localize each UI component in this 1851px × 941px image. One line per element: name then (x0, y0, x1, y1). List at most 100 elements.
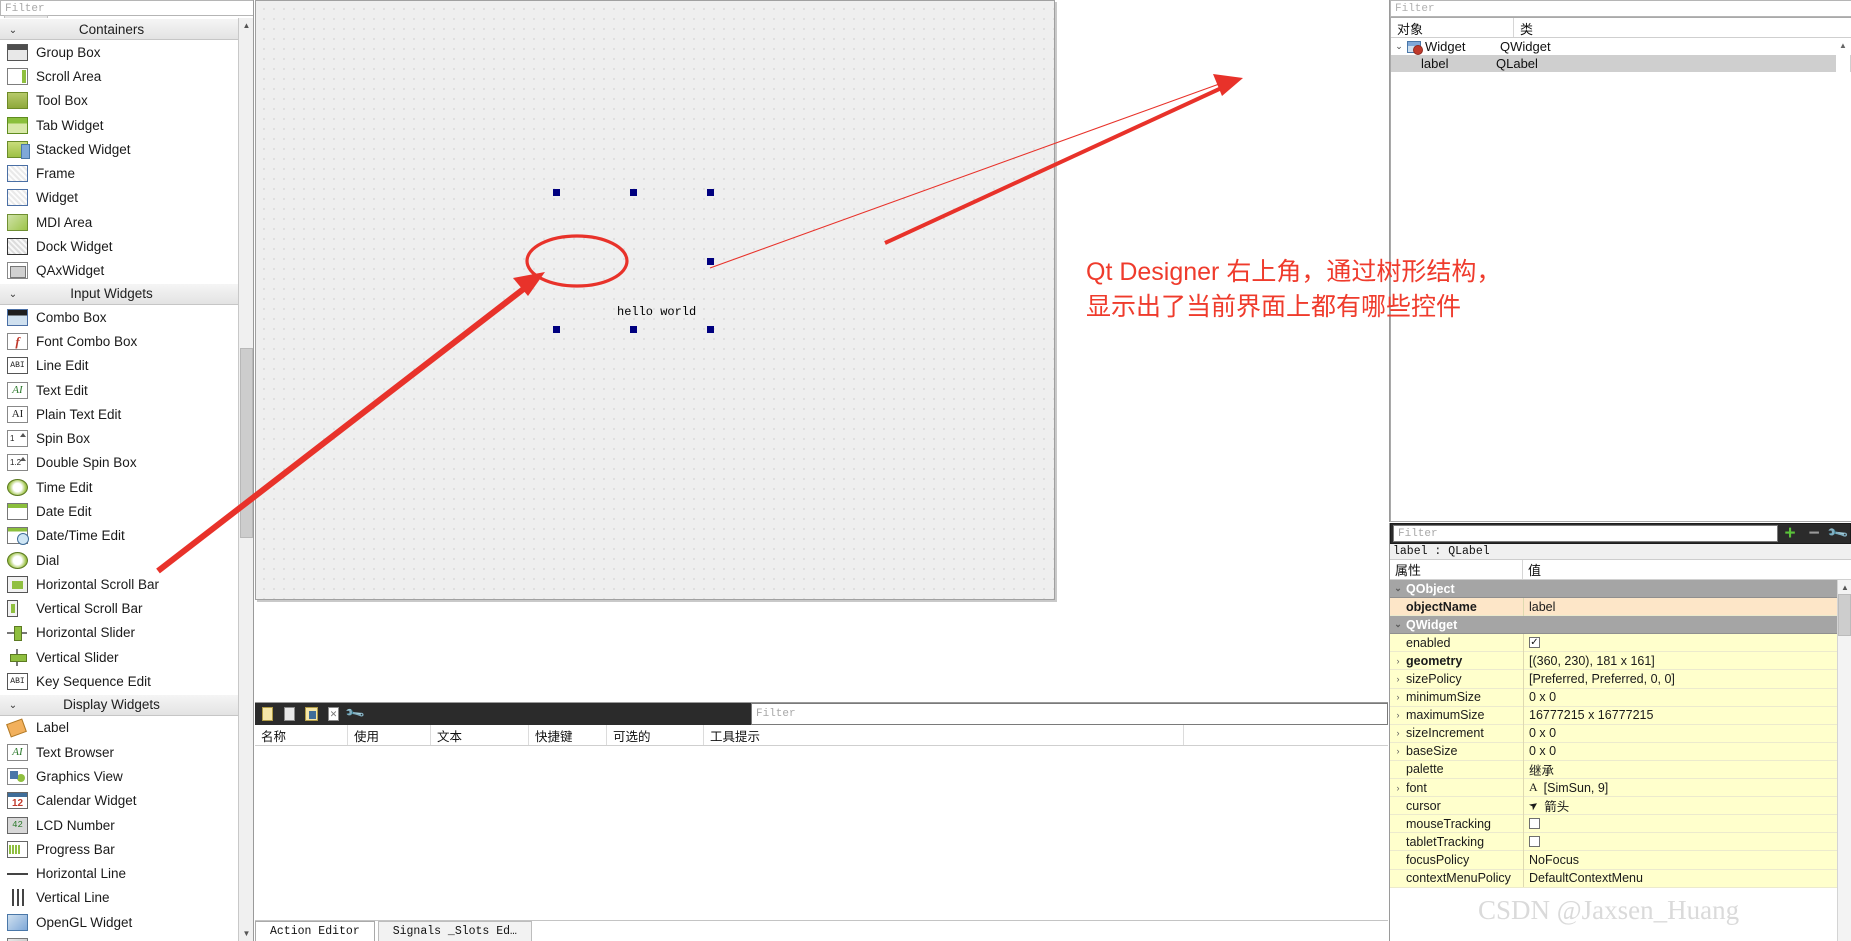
property-row[interactable]: cursor ➤ 箭头 (1390, 796, 1851, 816)
property-row[interactable]: › minimumSize 0 x 0 (1390, 688, 1851, 707)
widget-item-qquickwidget[interactable]: QQuickWidget (0, 934, 247, 941)
property-value-cell[interactable]: [Preferred, Preferred, 0, 0] (1523, 669, 1851, 689)
scroll-up-arrow-icon[interactable]: ▲ (239, 18, 253, 33)
widget-item-horizontal-slider[interactable]: Horizontal Slider (0, 620, 247, 646)
widget-category-display-widgets[interactable]: ⌄ Display Widgets (0, 693, 247, 716)
property-value-cell[interactable]: A [SimSun, 9] (1523, 778, 1851, 797)
widget-item-vertical-slider[interactable]: Vertical Slider (0, 645, 247, 670)
property-value-cell[interactable] (1523, 814, 1851, 833)
property-row[interactable]: palette 继承 (1390, 760, 1851, 780)
widget-item-vertical-line[interactable]: Vertical Line (0, 885, 247, 911)
property-value-cell[interactable]: [(360, 230), 181 x 161] (1523, 651, 1851, 670)
property-row[interactable]: mouseTracking (1390, 814, 1851, 834)
widget-item-vertical-scroll-bar[interactable]: Vertical Scroll Bar (0, 596, 247, 621)
property-value-cell[interactable]: 0 x 0 (1523, 724, 1851, 743)
property-row[interactable]: enabled ✓ (1390, 633, 1851, 653)
new-action-button[interactable] (258, 703, 277, 725)
checkbox-checked-icon[interactable]: ✓ (1529, 637, 1540, 649)
chevron-right-icon[interactable]: › (1390, 656, 1406, 666)
widget-item-graphics-view[interactable]: Graphics View (0, 764, 247, 789)
property-value-cell[interactable]: NoFocus (1523, 850, 1851, 869)
selection-handle-bottom-center[interactable] (630, 326, 637, 333)
widget-item-tool-box[interactable]: Tool Box (0, 88, 247, 113)
widget-item-lcd-number[interactable]: 42 LCD Number (0, 812, 247, 838)
widget-item-text-browser[interactable]: AI Text Browser (0, 740, 247, 765)
widget-item-spin-box[interactable]: 1 Spin Box (0, 426, 247, 451)
property-row[interactable]: › geometry [(360, 230), 181 x 161] (1390, 651, 1851, 671)
widget-item-progress-bar[interactable]: Progress Bar (0, 837, 247, 862)
chevron-right-icon[interactable]: › (1390, 728, 1406, 738)
action-column-header[interactable]: 名称 (255, 725, 348, 745)
chevron-right-icon[interactable]: › (1390, 692, 1406, 702)
property-value-cell[interactable]: 16777215 x 16777215 (1523, 706, 1851, 725)
action-column-header[interactable]: 快捷键 (529, 725, 607, 745)
selection-handle-bottom-right[interactable] (707, 326, 714, 333)
column-header-object[interactable]: 对象 (1391, 18, 1514, 37)
selection-handle-top-left[interactable] (553, 189, 560, 196)
widget-category-input-widgets[interactable]: ⌄ Input Widgets (0, 282, 247, 305)
property-value-cell[interactable]: 0 x 0 (1523, 688, 1851, 707)
selection-handle-bottom-left[interactable] (553, 326, 560, 333)
object-inspector-row[interactable]: ⌄ Widget QWidget (1391, 38, 1851, 55)
chevron-right-icon[interactable]: › (1390, 783, 1406, 793)
paste-action-button[interactable] (302, 703, 321, 725)
selection-handle-top-center[interactable] (630, 189, 637, 196)
checkbox-unchecked-icon[interactable] (1529, 818, 1540, 830)
checkbox-unchecked-icon[interactable] (1529, 836, 1540, 848)
property-row[interactable]: › baseSize 0 x 0 (1390, 742, 1851, 761)
property-row[interactable]: › sizeIncrement 0 x 0 (1390, 724, 1851, 743)
widget-item-scroll-area[interactable]: Scroll Area (0, 64, 247, 89)
property-value-cell[interactable]: label (1523, 597, 1851, 616)
property-value-cell[interactable]: ✓ (1523, 633, 1851, 652)
form-canvas[interactable]: hello world (255, 0, 1055, 600)
widget-item-horizontal-line[interactable]: Horizontal Line (0, 861, 247, 886)
chevron-right-icon[interactable]: › (1390, 746, 1406, 756)
action-editor-body[interactable] (255, 746, 1388, 882)
property-value-cell[interactable]: ➤ 箭头 (1523, 796, 1851, 815)
widget-item-dock-widget[interactable]: Dock Widget (0, 234, 247, 259)
widget-item-date-edit[interactable]: Date Edit (0, 499, 247, 524)
widget-item-stacked-widget[interactable]: Stacked Widget (0, 137, 247, 162)
bottom-tab-signals-slots-editor[interactable]: Signals _Slots Ed… (377, 921, 532, 941)
widget-item-text-edit[interactable]: AI Text Edit (0, 377, 247, 403)
object-inspector-row[interactable]: label QLabel (1391, 55, 1851, 72)
property-row[interactable]: › font A [SimSun, 9] (1390, 778, 1851, 798)
widget-item-frame[interactable]: Frame (0, 161, 247, 186)
property-value-cell[interactable]: 继承 (1523, 760, 1851, 779)
delete-action-button[interactable]: ✕ (324, 703, 343, 725)
widget-item-font-combo-box[interactable]: f Font Combo Box (0, 329, 247, 354)
copy-action-button[interactable] (280, 703, 299, 725)
property-row[interactable]: focusPolicy NoFocus (1390, 850, 1851, 870)
widget-item-widget[interactable]: Widget (0, 185, 247, 211)
scroll-down-arrow-icon[interactable]: ▼ (239, 926, 253, 941)
remove-property-button[interactable]: − (1802, 523, 1826, 544)
property-value-cell[interactable] (1523, 832, 1851, 851)
selection-handle-middle-right[interactable] (707, 258, 714, 265)
scrollbar-thumb[interactable] (1838, 594, 1851, 636)
widget-item-opengl-widget[interactable]: OpenGL Widget (0, 910, 247, 935)
bottom-tab-action-editor[interactable]: Action Editor (255, 921, 375, 941)
widget-item-date-time-edit[interactable]: Date/Time Edit (0, 523, 247, 548)
widget-item-time-edit[interactable]: Time Edit (0, 475, 247, 500)
add-property-button[interactable]: + (1778, 523, 1802, 544)
object-inspector-filter-input[interactable]: Filter (1390, 0, 1851, 17)
property-row[interactable]: contextMenuPolicy DefaultContextMenu (1390, 869, 1851, 888)
property-row[interactable]: › maximumSize 16777215 x 16777215 (1390, 706, 1851, 725)
widget-item-tab-widget[interactable]: Tab Widget (0, 112, 247, 138)
scroll-up-arrow-icon[interactable]: ▲ (1838, 580, 1851, 594)
chevron-down-icon[interactable]: ⌄ (1391, 41, 1407, 52)
property-row[interactable]: objectName label (1390, 597, 1851, 617)
hello-world-label[interactable]: hello world (616, 231, 797, 392)
property-group-row[interactable]: ⌄ QObject (1390, 580, 1851, 599)
widget-item-line-edit[interactable]: ABI Line Edit (0, 353, 247, 378)
action-column-header[interactable]: 可选的 (607, 725, 704, 745)
widget-item-mdi-area[interactable]: MDI Area (0, 210, 247, 235)
property-editor-scrollbar[interactable]: ▲ (1837, 580, 1851, 941)
scroll-up-arrow-icon[interactable]: ▲ (1836, 38, 1850, 52)
widget-box-scrollbar[interactable]: ▲ ▼ (238, 18, 253, 941)
widget-item-key-sequence-edit[interactable]: ABI Key Sequence Edit (0, 669, 247, 694)
widget-item-calendar-widget[interactable]: 12 Calendar Widget (0, 788, 247, 813)
widget-item-group-box[interactable]: Group Box (0, 40, 247, 65)
property-row[interactable]: tabletTracking (1390, 832, 1851, 852)
widget-item-horizontal-scroll-bar[interactable]: Horizontal Scroll Bar (0, 572, 247, 597)
